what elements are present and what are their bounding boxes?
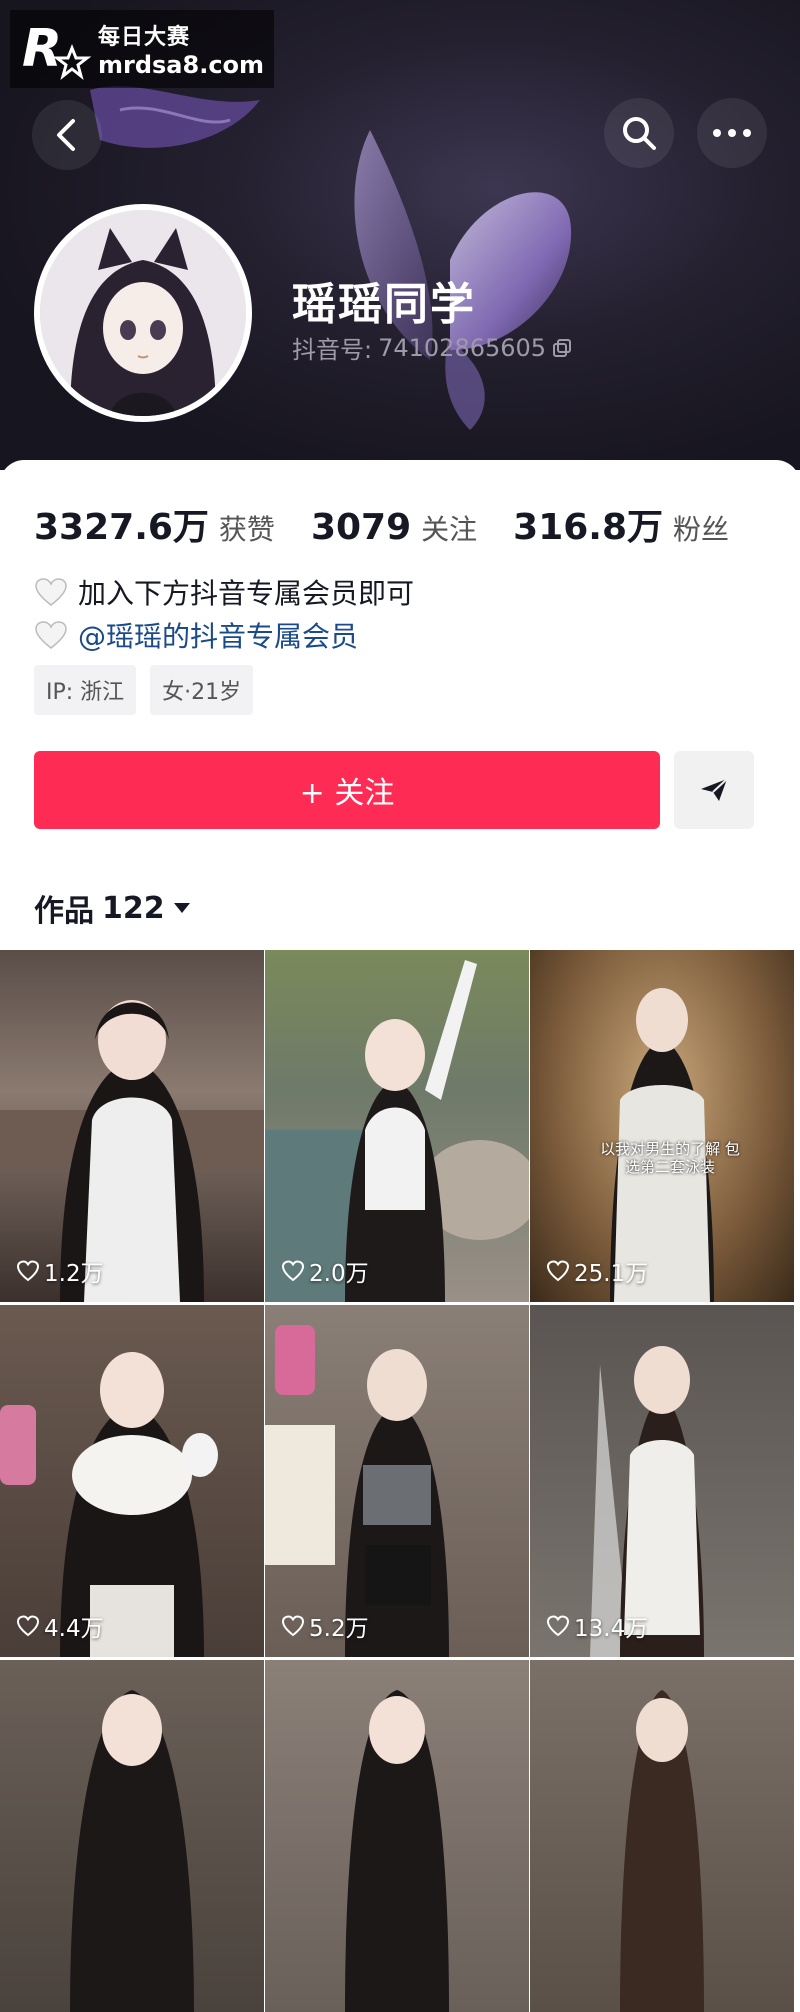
more-icon <box>713 129 751 137</box>
video-likes: 5.2万 <box>281 1609 369 1643</box>
bio-line-1: 加入下方抖音专属会员即可 <box>34 572 414 612</box>
video-image <box>590 1346 704 1657</box>
followers-label: 粉丝 <box>673 513 730 546</box>
following-count[interactable]: 3079 <box>311 507 411 548</box>
video-thumbnail[interactable] <box>0 1660 264 2012</box>
heart-icon <box>281 1260 305 1282</box>
douyin-id-value: 74102865605 <box>378 333 547 362</box>
video-image <box>70 1690 194 2012</box>
video-caption: 以我对男生的了解 包选第二套泳装 <box>600 1140 740 1176</box>
search-button[interactable] <box>604 98 674 168</box>
white-heart-icon <box>35 578 67 606</box>
video-likes: 4.4万 <box>16 1609 104 1643</box>
video-image <box>345 1690 449 2012</box>
more-button[interactable] <box>697 98 767 168</box>
douyin-id[interactable]: 抖音号: 74102865605 <box>292 330 572 365</box>
heart-icon <box>16 1615 40 1637</box>
video-thumbnail[interactable] <box>530 1660 794 2012</box>
video-image <box>0 1352 218 1657</box>
works-count: 122 <box>102 890 165 926</box>
watermark-logo-icon: R <box>20 14 92 84</box>
video-image <box>610 988 714 1302</box>
profile-tags: IP: 浙江 女·21岁 <box>34 665 254 715</box>
likes-count[interactable]: 3327.6万 <box>34 498 209 550</box>
member-link[interactable]: @瑶瑶的抖音专属会员 <box>78 615 358 655</box>
works-label: 作品 <box>34 894 94 929</box>
avatar-image <box>40 210 246 416</box>
svg-text:R: R <box>22 19 62 79</box>
back-icon <box>57 119 75 151</box>
back-button[interactable] <box>32 100 102 170</box>
bio-text-1: 加入下方抖音专属会员即可 <box>78 577 415 610</box>
video-thumbnail[interactable] <box>265 1660 529 2012</box>
watermark-brand: 每日大赛 <box>98 25 191 50</box>
video-thumbnail[interactable]: 4.4万 <box>0 1305 264 1657</box>
watermark-url: mrdsa8.com <box>98 51 265 79</box>
video-likes: 2.0万 <box>281 1254 369 1288</box>
white-heart-icon <box>35 621 67 649</box>
share-button[interactable] <box>674 751 754 829</box>
video-likes: 25.1万 <box>546 1254 648 1288</box>
profile-header: R 每日大赛 mrdsa8.com 瑶瑶同学 抖音号: 74102865605 <box>0 0 800 470</box>
watermark: R 每日大赛 mrdsa8.com <box>10 10 274 88</box>
bio-line-2: @瑶瑶的抖音专属会员 <box>34 615 358 655</box>
video-image <box>0 1000 264 1302</box>
search-icon <box>623 117 656 150</box>
gender-age-tag: 女·21岁 <box>150 665 254 715</box>
avatar[interactable] <box>34 204 252 422</box>
video-thumbnail[interactable]: 2.0万 <box>265 950 529 1302</box>
stats-row: 3327.6万 获赞 3079 关注 316.8万 粉丝 <box>34 498 765 550</box>
profile-name: 瑶瑶同学 <box>292 279 476 330</box>
share-icon <box>701 778 728 801</box>
video-thumbnail[interactable]: 5.2万 <box>265 1305 529 1657</box>
video-image <box>265 960 529 1302</box>
likes-label: 获赞 <box>218 513 275 546</box>
dropdown-icon <box>173 903 190 913</box>
profile-card: 3327.6万 获赞 3079 关注 316.8万 粉丝 加入下方抖音专属会员即… <box>0 460 800 2012</box>
following-label: 关注 <box>421 513 478 546</box>
video-thumbnail[interactable]: 13.4万 <box>530 1305 794 1657</box>
copy-icon[interactable] <box>552 338 572 358</box>
video-image <box>265 1325 449 1657</box>
video-thumbnail[interactable]: 以我对男生的了解 包选第二套泳装 25.1万 <box>530 950 794 1302</box>
heart-icon <box>546 1615 570 1637</box>
works-tab[interactable]: 作品 122 <box>34 886 191 930</box>
video-likes: 1.2万 <box>16 1254 104 1288</box>
heart-icon <box>16 1260 40 1282</box>
video-likes: 13.4万 <box>546 1609 648 1643</box>
douyin-id-label: 抖音号: <box>292 336 373 364</box>
video-thumbnail[interactable]: 1.2万 <box>0 950 264 1302</box>
ip-tag: IP: 浙江 <box>34 665 137 715</box>
video-image <box>620 1690 704 2012</box>
heart-icon <box>546 1260 570 1282</box>
heart-icon <box>281 1615 305 1637</box>
follow-button[interactable]: + 关注 <box>34 751 660 829</box>
followers-count[interactable]: 316.8万 <box>513 498 663 550</box>
